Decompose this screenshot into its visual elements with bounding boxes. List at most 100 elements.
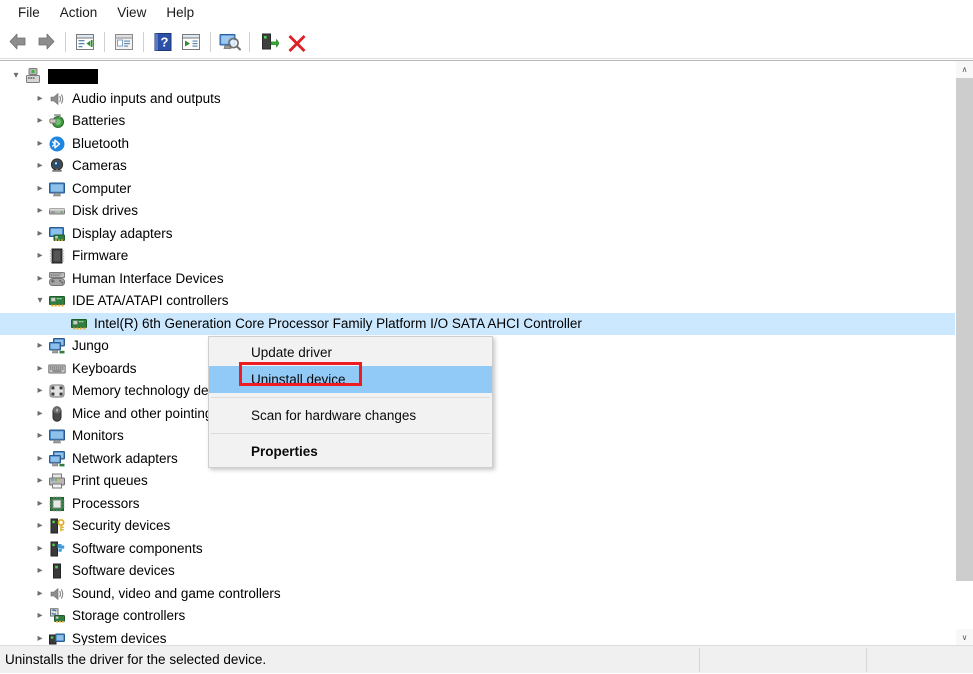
scroll-down-arrow-icon[interactable]: ∨ (956, 629, 973, 645)
scrollbar-thumb[interactable] (956, 78, 973, 581)
status-bar-pane-3 (866, 646, 973, 674)
back-arrow-icon[interactable] (4, 28, 32, 56)
tree-item-software-devices[interactable]: ▸ Software devices (0, 560, 956, 583)
redaction-bar (48, 69, 98, 84)
chevron-right-icon[interactable]: ▸ (32, 560, 48, 582)
enable-device-icon[interactable] (255, 28, 283, 56)
software-device-icon (48, 562, 66, 580)
display-adapter-icon (48, 225, 66, 243)
forward-arrow-icon[interactable] (32, 28, 60, 56)
context-menu-item-update-driver[interactable]: Update driver (209, 339, 492, 366)
chevron-right-icon[interactable]: ▸ (32, 583, 48, 605)
chevron-right-icon[interactable]: ▸ (32, 380, 48, 402)
tree-item-sound-video-and-game-controllers[interactable]: ▸ Sound, video and game controllers (0, 583, 956, 606)
chevron-right-icon[interactable]: ▸ (32, 223, 48, 245)
software-component-icon (48, 540, 66, 558)
context-menu-item-properties[interactable]: Properties (209, 438, 492, 465)
menu-help[interactable]: Help (156, 2, 204, 24)
chevron-right-icon[interactable]: ▸ (32, 605, 48, 627)
scrollbar-track[interactable] (956, 78, 973, 629)
computer-root-icon (24, 67, 42, 85)
tree-item-label: Jungo (72, 337, 109, 355)
device-manager-window: File Action View Help (0, 0, 973, 673)
mouse-icon (48, 405, 66, 423)
chevron-right-icon[interactable]: ▸ (32, 88, 48, 110)
tree-item-cameras[interactable]: ▸ Cameras (0, 155, 956, 178)
tree-item-label: Processors (72, 495, 140, 513)
tree-item-system-devices[interactable]: ▸ System devices (0, 628, 956, 646)
chevron-right-icon[interactable]: ▸ (32, 628, 48, 645)
tree-item-disk-drives[interactable]: ▸ Disk drives (0, 200, 956, 223)
network-icon (48, 450, 66, 468)
help-icon[interactable]: ? (149, 28, 177, 56)
toolbar-separator (65, 32, 66, 52)
tree-item-display-adapters[interactable]: ▸ Display adapters (0, 223, 956, 246)
tree-item-label: Network adapters (72, 450, 178, 468)
context-menu-separator (211, 433, 490, 434)
memory-icon (48, 382, 66, 400)
uninstall-device-icon[interactable] (283, 28, 311, 56)
tree-item-label: Keyboards (72, 360, 137, 378)
tree-item-software-components[interactable]: ▸ Software components (0, 538, 956, 561)
network-icon (48, 337, 66, 355)
chevron-right-icon[interactable]: ▸ (32, 155, 48, 177)
menu-view[interactable]: View (107, 2, 156, 24)
properties-icon[interactable] (110, 28, 138, 56)
status-bar-message: Uninstalls the driver for the selected d… (0, 646, 699, 674)
tree-item-storage-controllers[interactable]: ▸ (0, 605, 956, 628)
tree-item-human-interface-devices[interactable]: ▸ (0, 268, 956, 291)
tree-item-label: Display adapters (72, 225, 173, 243)
chevron-down-icon[interactable]: ▾ (32, 290, 48, 312)
tree-item-batteries[interactable]: ▸ Batteries (0, 110, 956, 133)
chevron-right-icon[interactable]: ▸ (32, 133, 48, 155)
controller-card-icon (70, 315, 88, 333)
scan-hardware-changes-icon[interactable] (216, 28, 244, 56)
menu-file[interactable]: File (8, 2, 50, 24)
tree-item-computer[interactable]: ▸ Computer (0, 178, 956, 201)
tree-item-label: Storage controllers (72, 607, 185, 625)
chevron-right-icon[interactable]: ▸ (32, 425, 48, 447)
context-menu: Update driver Uninstall device Scan for … (208, 336, 493, 468)
context-menu-item-uninstall-device[interactable]: Uninstall device (209, 366, 492, 393)
tree-item-label: IDE ATA/ATAPI controllers (72, 292, 229, 310)
tree-item-audio-inputs-and-outputs[interactable]: ▸ Audio inputs and outputs (0, 88, 956, 111)
tree-item-security-devices[interactable]: ▸ Security devices (0, 515, 956, 538)
tree-item-processors[interactable]: ▸ (0, 493, 956, 516)
chevron-right-icon[interactable]: ▸ (32, 448, 48, 470)
tree-item-label: Sound, video and game controllers (72, 585, 281, 603)
chevron-right-icon[interactable]: ▸ (32, 515, 48, 537)
chevron-right-icon[interactable]: ▸ (32, 538, 48, 560)
gamepad-icon (48, 270, 66, 288)
tree-item-intel-sata-ahci-controller[interactable]: Intel(R) 6th Generation Core Processor F… (0, 313, 956, 336)
chevron-right-icon[interactable]: ▸ (32, 268, 48, 290)
camera-icon (48, 157, 66, 175)
tree-item-ide-ata-atapi-controllers[interactable]: ▾ (0, 290, 956, 313)
vertical-scrollbar[interactable]: ∧ ∨ (955, 61, 973, 645)
speaker-icon (48, 90, 66, 108)
toolbar-separator (143, 32, 144, 52)
show-hide-console-tree-icon[interactable] (71, 28, 99, 56)
scroll-up-arrow-icon[interactable]: ∧ (956, 61, 973, 78)
tree-item-label: Cameras (72, 157, 127, 175)
chevron-right-icon[interactable]: ▸ (32, 110, 48, 132)
tree-root-node[interactable]: ▾ (0, 65, 956, 88)
chevron-right-icon[interactable]: ▸ (32, 470, 48, 492)
chevron-down-icon[interactable]: ▾ (8, 65, 24, 87)
tree-item-firmware[interactable]: ▸ (0, 245, 956, 268)
chevron-right-icon[interactable]: ▸ (32, 178, 48, 200)
chevron-right-icon[interactable]: ▸ (32, 200, 48, 222)
monitor-icon (48, 180, 66, 198)
chevron-right-icon[interactable]: ▸ (32, 335, 48, 357)
context-menu-item-scan-for-hardware-changes[interactable]: Scan for hardware changes (209, 402, 492, 429)
tree-item-print-queues[interactable]: ▸ Print queues (0, 470, 956, 493)
chevron-right-icon[interactable]: ▸ (32, 403, 48, 425)
toolbar: ? (0, 25, 973, 59)
tree-item-bluetooth[interactable]: ▸ Bluetooth (0, 133, 956, 156)
tree-item-label: Print queues (72, 472, 148, 490)
chevron-right-icon[interactable]: ▸ (32, 493, 48, 515)
chevron-right-icon[interactable]: ▸ (32, 245, 48, 267)
chevron-right-icon[interactable]: ▸ (32, 358, 48, 380)
menu-action[interactable]: Action (50, 2, 108, 24)
update-driver-icon[interactable] (177, 28, 205, 56)
menu-bar: File Action View Help (0, 0, 973, 25)
